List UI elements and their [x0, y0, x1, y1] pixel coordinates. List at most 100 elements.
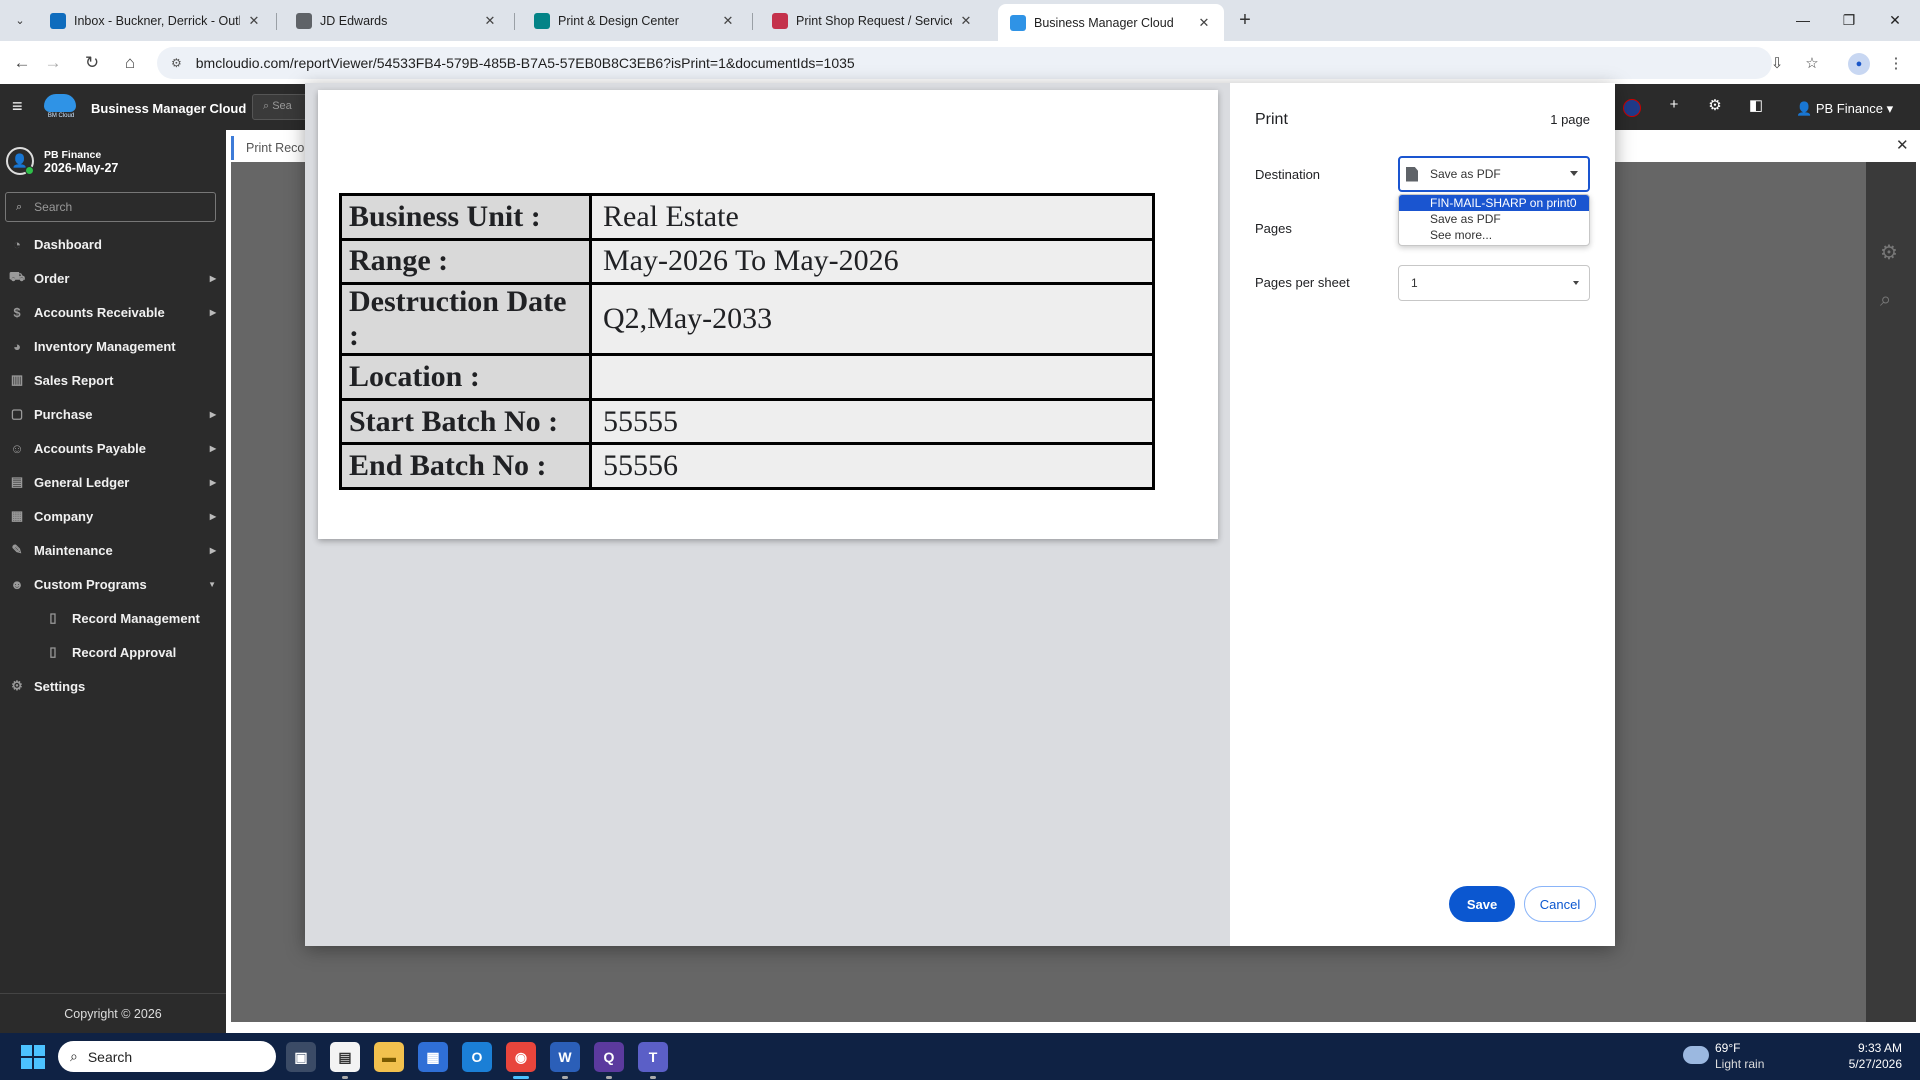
sidebar-item-record-management[interactable]: ▯ Record Management	[0, 603, 226, 633]
chevron-right-icon: ▶	[209, 443, 216, 453]
user-avatar-icon[interactable]: 👤	[6, 147, 34, 175]
taskbar-search-input[interactable]: ⌕ Search	[58, 1041, 276, 1072]
weather-rain-icon[interactable]	[1683, 1046, 1709, 1064]
windows-start-icon[interactable]	[21, 1045, 45, 1069]
destination-option[interactable]: Save as PDF	[1399, 211, 1589, 227]
page-count: 1 page	[1550, 112, 1590, 127]
sidebar-search-input[interactable]: ⌕ Search	[5, 192, 216, 222]
close-tab-icon[interactable]: ✕	[482, 13, 498, 29]
browser-tab[interactable]: Inbox - Buckner, Derrick - Outlo ✕	[38, 5, 274, 37]
destination-select[interactable]: Save as PDF	[1398, 156, 1590, 192]
destination-option[interactable]: FIN-MAIL-SHARP on print0	[1399, 195, 1589, 211]
sidebar-item-settings[interactable]: ⚙ Settings	[0, 671, 226, 701]
table-row: Destruction Date : Q2,May-2033	[339, 282, 1155, 357]
outlook-icon[interactable]: O	[462, 1042, 492, 1072]
sharepoint-icon	[534, 13, 550, 29]
browser-menu-icon[interactable]: ⋮	[1882, 49, 1910, 77]
browser-tab-title: Business Manager Cloud	[1034, 15, 1174, 30]
sidebar-item-accounts-payable[interactable]: ☺ Accounts Payable ▶	[0, 433, 226, 463]
forward-icon[interactable]: →	[39, 49, 67, 77]
reload-icon[interactable]: ↻	[78, 49, 106, 77]
clock-time[interactable]: 9:33 AM	[1858, 1041, 1902, 1055]
task-view-icon[interactable]: ▣	[286, 1042, 316, 1072]
pages-per-sheet-select[interactable]: 1	[1398, 265, 1590, 301]
settings-gear-icon[interactable]: ⚙	[1703, 96, 1727, 118]
teams-icon[interactable]: T	[638, 1042, 668, 1072]
record-table: Business Unit : Real Estate Range : May-202…	[339, 193, 1155, 490]
table-row: End Batch No :55556	[339, 442, 1155, 490]
notepad-icon[interactable]: ▤	[330, 1042, 360, 1072]
table-row: Location :	[339, 353, 1155, 401]
wrench-icon: ✎	[11, 542, 23, 557]
sidebar-item-label: Record Management	[72, 610, 200, 626]
sidebar-item-dashboard[interactable]: ◔ Dashboard	[0, 229, 226, 259]
app-search-input[interactable]: ⌕ Sea	[252, 94, 312, 120]
file-explorer-icon[interactable]: ▬	[374, 1042, 404, 1072]
home-icon[interactable]: ⌂	[116, 49, 144, 77]
address-bar[interactable]: ⚙ bmcloudio.com/reportViewer/54533FB4-57…	[157, 47, 1772, 79]
tab-separator	[276, 13, 277, 30]
sidebar-item-sales-report[interactable]: ▥ Sales Report	[0, 365, 226, 395]
tab-separator	[514, 13, 515, 30]
add-icon[interactable]: +	[1662, 96, 1686, 118]
close-tab-icon[interactable]: ✕	[1896, 136, 1909, 154]
people-icon: ☻	[10, 576, 24, 592]
cart-icon: ⛟	[8, 269, 26, 284]
word-icon[interactable]: W	[550, 1042, 580, 1072]
hamburger-menu-icon[interactable]: ≡	[12, 96, 23, 117]
close-tab-icon[interactable]: ✕	[720, 13, 736, 29]
sidebar: 👤 PB Finance 2026-May-27 ⌕ Search ◔ Dashb…	[0, 130, 226, 1033]
browser-tab-title: Print & Design Center	[558, 14, 679, 28]
browser-tab[interactable]: Business Manager Cloud ✕	[998, 4, 1224, 41]
bookmark-star-icon[interactable]: ☆	[1798, 49, 1826, 77]
globe-icon	[296, 13, 312, 29]
user-menu[interactable]: 👤 PB Finance ▾	[1796, 101, 1893, 117]
browser-tab[interactable]: Print & Design Center ✕	[522, 5, 748, 37]
store-icon[interactable]: ▦	[418, 1042, 448, 1072]
site-info-icon[interactable]: ⚙	[171, 56, 182, 70]
browser-tab[interactable]: JD Edwards ✕	[284, 5, 510, 37]
new-tab-button[interactable]: +	[1232, 8, 1258, 34]
sidebar-item-inventory-management[interactable]: ◕ Inventory Management	[0, 331, 226, 361]
sidebar-item-maintenance[interactable]: ✎ Maintenance ▶	[0, 535, 226, 565]
viewer-settings-icon[interactable]: ⚙	[1880, 240, 1898, 265]
app-title: Business Manager Cloud	[91, 101, 247, 116]
window-close-icon[interactable]: ✕	[1872, 0, 1918, 40]
cancel-button[interactable]: Cancel	[1524, 886, 1596, 922]
users-icon: ☺	[10, 440, 24, 456]
save-button[interactable]: Save	[1449, 886, 1515, 922]
language-flag-icon[interactable]	[1623, 99, 1641, 117]
sidebar-item-order[interactable]: ⛟ Order ▶	[0, 263, 226, 293]
destination-option[interactable]: See more...	[1399, 227, 1589, 243]
sidebar-item-label: General Ledger	[34, 474, 130, 490]
vpn-client-icon[interactable]: Q	[594, 1042, 624, 1072]
browser-tab[interactable]: Print Shop Request / Service Ca ✕	[760, 5, 986, 37]
sidebar-item-company[interactable]: ▦ Company ▶	[0, 501, 226, 531]
clock-date[interactable]: 5/27/2026	[1849, 1057, 1902, 1071]
dropdown-arrow-icon	[1573, 281, 1579, 285]
dollar-icon: $	[13, 304, 21, 320]
tab-print-record[interactable]: Print Reco	[231, 136, 311, 160]
sidebar-item-label: Settings	[34, 678, 86, 694]
chevron-right-icon: ▶	[209, 409, 216, 419]
sidebar-item-purchase[interactable]: ▢ Purchase ▶	[0, 399, 226, 429]
restore-icon[interactable]: ❐	[1826, 0, 1872, 40]
sidebar-item-record-approval[interactable]: ▯ Record Approval	[0, 637, 226, 667]
file-icon: ▯	[49, 610, 57, 625]
sidebar-item-general-ledger[interactable]: ▤ General Ledger ▶	[0, 467, 226, 497]
weather-temp: 69°F	[1715, 1041, 1741, 1055]
minimize-icon[interactable]: —	[1780, 0, 1826, 40]
viewer-search-icon[interactable]: ⌕	[1880, 289, 1891, 312]
sidebar-item-accounts-receivable[interactable]: $ Accounts Receivable ▶	[0, 297, 226, 327]
close-tab-icon[interactable]: ✕	[958, 13, 974, 29]
panel-toggle-icon[interactable]: ◧	[1744, 96, 1768, 118]
profile-avatar-icon[interactable]: ●	[1848, 53, 1870, 75]
sidebar-item-custom-programs[interactable]: ☻ Custom Programs ▼	[0, 569, 226, 599]
close-tab-icon[interactable]: ✕	[1196, 15, 1212, 31]
chrome-icon[interactable]: ◉	[506, 1042, 536, 1072]
print-dialog: Business Unit : Real Estate Range : May-202…	[305, 83, 1615, 946]
tab-search-icon[interactable]: ⌄	[8, 8, 32, 32]
back-icon[interactable]: ←	[8, 49, 36, 77]
close-tab-icon[interactable]: ✕	[246, 13, 262, 29]
install-app-icon[interactable]: ⇩	[1763, 49, 1791, 77]
